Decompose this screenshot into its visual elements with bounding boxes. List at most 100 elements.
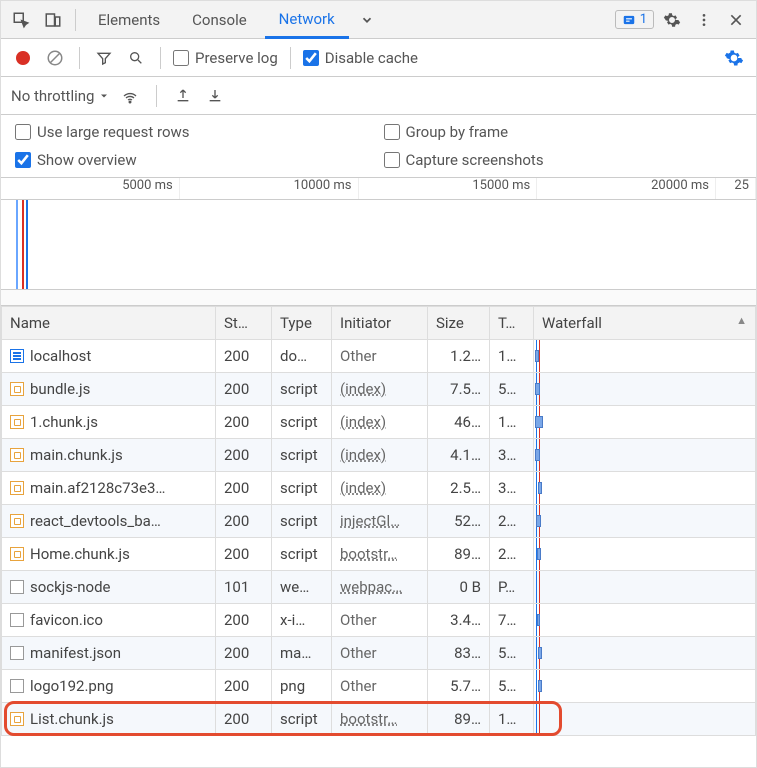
group-by-frame-input[interactable]	[384, 124, 400, 140]
cell-status: 200	[216, 637, 272, 670]
inspect-element-icon[interactable]	[7, 6, 35, 34]
col-status[interactable]: St…	[216, 307, 272, 340]
cell-initiator[interactable]: (index)	[332, 439, 428, 472]
initiator-link: Other	[340, 644, 377, 662]
initiator-link[interactable]: (index)	[340, 413, 386, 431]
cell-name[interactable]: manifest.json	[2, 637, 216, 670]
cell-initiator[interactable]: injectGl…	[332, 505, 428, 538]
cell-name[interactable]: List.chunk.js	[2, 703, 216, 736]
col-time[interactable]: T…	[490, 307, 534, 340]
initiator-link[interactable]: webpac…	[340, 578, 402, 596]
capture-screenshots-input[interactable]	[384, 152, 400, 168]
large-rows-checkbox[interactable]: Use large request rows	[15, 123, 374, 141]
initiator-link[interactable]: bootstr…	[340, 710, 397, 728]
cell-name[interactable]: main.af2128c73e3…	[2, 472, 216, 505]
cell-type: script	[272, 472, 332, 505]
cell-name[interactable]: localhost	[2, 340, 216, 373]
cell-initiator[interactable]: (index)	[332, 472, 428, 505]
filter-icon[interactable]	[92, 46, 116, 70]
group-by-frame-checkbox[interactable]: Group by frame	[384, 123, 743, 141]
tab-network[interactable]: Network	[265, 2, 349, 39]
cell-initiator[interactable]: (index)	[332, 373, 428, 406]
table-row[interactable]: localhost 200 do… Other 1.2… 1…	[2, 340, 756, 373]
cell-status: 200	[216, 439, 272, 472]
col-waterfall[interactable]: Waterfall	[534, 307, 756, 340]
device-toolbar-icon[interactable]	[39, 6, 67, 34]
clear-icon[interactable]	[43, 46, 67, 70]
cell-status: 200	[216, 604, 272, 637]
table-row[interactable]: manifest.json 200 ma… Other 83… 5…	[2, 637, 756, 670]
overview-domcontent-line	[26, 200, 28, 289]
waterfall-load-line	[539, 340, 540, 372]
export-har-icon[interactable]	[203, 84, 227, 108]
network-conditions-icon[interactable]	[118, 84, 142, 108]
table-row[interactable]: favicon.ico 200 x-i… Other 3.4… 7…	[2, 604, 756, 637]
timeline-ruler[interactable]: 5000 ms 10000 ms 15000 ms 20000 ms 25	[1, 178, 756, 200]
table-row[interactable]: main.af2128c73e3… 200 script (index) 2.5…	[2, 472, 756, 505]
cell-time: 5…	[490, 670, 534, 703]
cell-name[interactable]: 1.chunk.js	[2, 406, 216, 439]
cell-status: 200	[216, 670, 272, 703]
cell-initiator[interactable]: Other	[332, 604, 428, 637]
cell-initiator[interactable]: Other	[332, 340, 428, 373]
capture-screenshots-checkbox[interactable]: Capture screenshots	[384, 151, 743, 169]
tab-console[interactable]: Console	[178, 1, 261, 38]
large-rows-input[interactable]	[15, 124, 31, 140]
issues-count: 1	[640, 12, 647, 27]
throttling-select[interactable]: No throttling	[11, 87, 110, 105]
table-row[interactable]: logo192.png 200 png Other 5.7… 5…	[2, 670, 756, 703]
table-row[interactable]: sockjs-node 101 we… webpac… 0 B P…	[2, 571, 756, 604]
initiator-link[interactable]: bootstr…	[340, 545, 397, 563]
cell-initiator[interactable]: (index)	[332, 406, 428, 439]
waterfall-bar	[538, 647, 542, 659]
col-size[interactable]: Size	[428, 307, 490, 340]
table-row[interactable]: 1.chunk.js 200 script (index) 46… 1…	[2, 406, 756, 439]
settings-gear-icon[interactable]	[658, 6, 686, 34]
search-icon[interactable]	[124, 46, 148, 70]
show-overview-input[interactable]	[15, 152, 31, 168]
disable-cache-input[interactable]	[303, 50, 319, 66]
cell-name[interactable]: main.chunk.js	[2, 439, 216, 472]
tab-elements[interactable]: Elements	[84, 1, 174, 38]
col-name[interactable]: Name	[2, 307, 216, 340]
cell-initiator[interactable]: bootstr…	[332, 703, 428, 736]
cell-initiator[interactable]: Other	[332, 670, 428, 703]
show-overview-checkbox[interactable]: Show overview	[15, 151, 374, 169]
table-row[interactable]: react_devtools_ba… 200 script injectGl… …	[2, 505, 756, 538]
initiator-link[interactable]: (index)	[340, 479, 386, 497]
file-type-icon	[10, 514, 24, 528]
import-har-icon[interactable]	[171, 84, 195, 108]
table-row[interactable]: main.chunk.js 200 script (index) 4.1… 3…	[2, 439, 756, 472]
network-settings-gear-icon[interactable]	[722, 46, 746, 70]
close-devtools-icon[interactable]	[722, 6, 750, 34]
cell-name[interactable]: bundle.js	[2, 373, 216, 406]
table-row[interactable]: bundle.js 200 script (index) 7.5… 5…	[2, 373, 756, 406]
initiator-link[interactable]: (index)	[340, 446, 386, 464]
file-name: Home.chunk.js	[30, 545, 130, 563]
preserve-log-input[interactable]	[173, 50, 189, 66]
cell-status: 200	[216, 340, 272, 373]
preserve-log-checkbox[interactable]: Preserve log	[173, 49, 278, 67]
table-row[interactable]: Home.chunk.js 200 script bootstr… 89… 2…	[2, 538, 756, 571]
cell-initiator[interactable]: bootstr…	[332, 538, 428, 571]
cell-name[interactable]: Home.chunk.js	[2, 538, 216, 571]
table-row[interactable]: List.chunk.js 200 script bootstr… 89… 1…	[2, 703, 756, 736]
col-initiator[interactable]: Initiator	[332, 307, 428, 340]
cell-name[interactable]: logo192.png	[2, 670, 216, 703]
issues-badge[interactable]: 1	[615, 10, 654, 29]
cell-initiator[interactable]: Other	[332, 637, 428, 670]
initiator-link[interactable]: (index)	[340, 380, 386, 398]
cell-name[interactable]: react_devtools_ba…	[2, 505, 216, 538]
more-tabs-icon[interactable]	[353, 6, 381, 34]
overview-bar	[16, 200, 18, 289]
disable-cache-checkbox[interactable]: Disable cache	[303, 49, 418, 67]
file-name: logo192.png	[30, 677, 114, 695]
col-type[interactable]: Type	[272, 307, 332, 340]
initiator-link[interactable]: injectGl…	[340, 512, 400, 530]
record-button[interactable]	[11, 46, 35, 70]
timeline-overview[interactable]	[1, 200, 756, 290]
kebab-menu-icon[interactable]	[690, 6, 718, 34]
cell-initiator[interactable]: webpac…	[332, 571, 428, 604]
cell-name[interactable]: favicon.ico	[2, 604, 216, 637]
cell-name[interactable]: sockjs-node	[2, 571, 216, 604]
